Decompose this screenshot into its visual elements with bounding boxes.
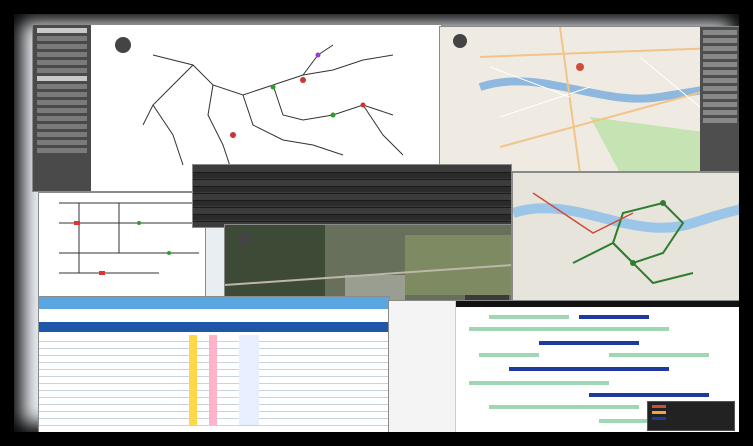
street-map[interactable]	[440, 27, 739, 172]
collage-frame	[14, 14, 739, 432]
dispatch-table[interactable]	[38, 296, 390, 432]
map-sidebar[interactable]	[700, 27, 739, 171]
compass-icon	[453, 34, 467, 48]
timeline-panel	[38, 192, 206, 298]
compass-icon	[238, 232, 252, 246]
route-map-panel[interactable]	[512, 172, 739, 302]
compass-icon	[115, 37, 131, 53]
gantt-legend	[647, 401, 735, 431]
city-map-panel[interactable]	[439, 26, 739, 172]
gantt-panel[interactable]	[388, 300, 739, 432]
dark-data-grid[interactable]	[192, 164, 512, 228]
